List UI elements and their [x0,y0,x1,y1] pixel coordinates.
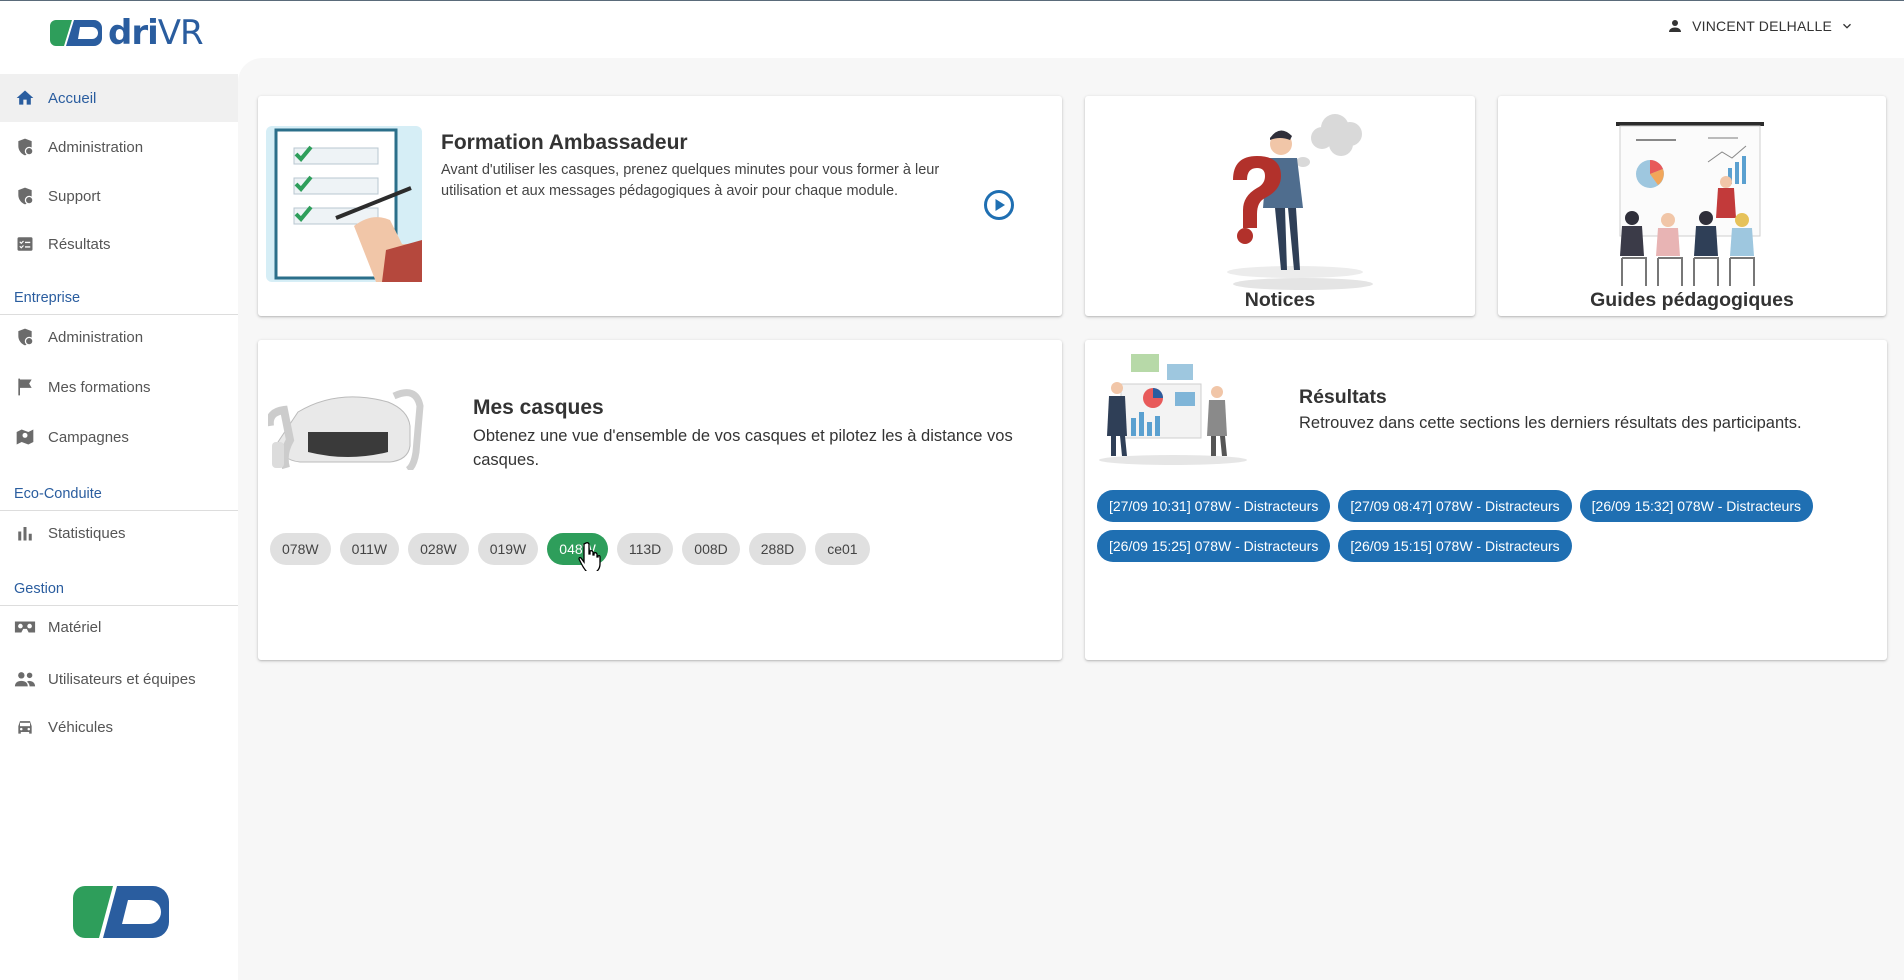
section-title-entreprise: Entreprise [14,290,81,306]
sidebar-item-label: Support [48,187,101,205]
sidebar-item-label: Statistiques [48,524,126,542]
headset-chip[interactable]: 008D [682,533,740,565]
vr-headset-icon [14,616,36,638]
result-chip[interactable]: [26/09 15:15] 078W - Distracteurs [1338,530,1572,562]
casques-card: Mes casques Obtenez une vue d'ensemble d… [258,340,1062,660]
user-name: VINCENT DELHALLE [1692,18,1832,34]
headset-chip[interactable]: ce01 [815,533,870,565]
sidebar-item-mes-formations[interactable]: Mes formations [0,363,238,411]
vr-headset-illustration [268,389,424,470]
sidebar-item-vehicules[interactable]: Véhicules [0,703,238,751]
result-chip[interactable]: [26/09 15:25] 078W - Distracteurs [1097,530,1331,562]
result-chip-list: [27/09 10:31] 078W - Distracteurs [27/09… [1097,490,1887,562]
casques-title: Mes casques [473,396,604,419]
sidebar-item-entreprise-administration[interactable]: Administration [0,313,238,361]
sidebar-item-label: Administration [48,328,144,346]
headset-chip[interactable]: 078W [270,533,331,565]
result-chip[interactable]: [26/09 15:32] 078W - Distracteurs [1579,490,1813,522]
notices-card[interactable]: Notices [1085,96,1475,316]
resultats-description: Retrouvez dans cette sections les dernie… [1299,414,1802,432]
user-menu[interactable]: VINCENT DELHALLE [1666,17,1854,35]
sidebar-item-resultats[interactable]: Résultats [0,220,238,268]
resultats-title: Résultats [1299,386,1387,408]
headset-chip-selected[interactable]: 048W [547,533,608,565]
sidebar-item-accueil[interactable]: Accueil [0,74,238,122]
headset-chip[interactable]: 011W [339,533,400,565]
sidebar-item-label: Utilisateurs et équipes [48,670,196,688]
sidebar-item-label: Résultats [48,235,111,253]
map-pin-icon [14,426,36,448]
resultats-card: Résultats Retrouvez dans cette sections … [1085,340,1887,660]
result-chip[interactable]: [27/09 08:47] 078W - Distracteurs [1338,490,1572,522]
person-icon [1669,20,1682,32]
clipboard-checklist-illustration [266,126,422,282]
shield-gear-icon [14,136,36,158]
headset-chip[interactable]: 028W [408,533,469,565]
sidebar-item-support[interactable]: Support [0,172,238,220]
business-analytics-illustration [1099,354,1247,465]
section-title-eco-conduite: Eco-Conduite [14,486,102,502]
home-icon [14,87,36,109]
sidebar: Accueil Administration Support Résultats… [0,58,238,980]
formation-title: Formation Ambassadeur [441,131,688,154]
headset-chip[interactable]: 288D [748,533,807,565]
casques-description: Obtenez une vue d'ensemble de vos casque… [473,427,1013,469]
app-header: driVR VINCENT DELHALLE [0,1,1904,57]
sidebar-item-administration[interactable]: Administration [0,123,238,171]
section-title-gestion: Gestion [14,581,64,597]
logo-wordmark: driVR [108,13,204,53]
drivr-logo-icon [73,886,169,938]
sidebar-item-label: Mes formations [48,378,151,396]
shield-gear-icon [14,185,36,207]
formation-description: Avant d'utiliser les casques, prenez que… [441,162,940,199]
main-content: Formation Ambassadeur Avant d'utiliser l… [238,58,1904,980]
sidebar-item-materiel[interactable]: Matériel [0,603,238,651]
sidebar-item-label: Véhicules [48,718,114,736]
play-icon[interactable] [983,189,1015,221]
sidebar-brand-logo [73,884,169,945]
app-logo[interactable]: driVR [50,13,204,53]
headset-chip[interactable]: 019W [477,533,539,565]
sidebar-item-utilisateurs-equipes[interactable]: Utilisateurs et équipes [0,655,238,703]
flag-icon [14,376,36,398]
chevron-down-icon [1843,23,1851,29]
guides-title: Guides pédagogiques [1590,289,1794,311]
sidebar-item-label: Administration [48,138,144,156]
drivr-logo-icon [50,20,102,46]
guides-card[interactable]: Guides pédagogiques [1498,96,1886,316]
sidebar-item-label: Matériel [48,618,102,636]
sidebar-item-campagnes[interactable]: Campagnes [0,413,238,461]
sidebar-item-label: Accueil [48,89,97,107]
headset-chip-list: 078W 011W 028W 019W 048W 113D 008D 288D … [270,533,870,565]
sidebar-item-label: Campagnes [48,428,129,446]
people-icon [14,668,36,690]
notices-title: Notices [1244,289,1316,311]
classroom-presentation-illustration [1616,122,1764,286]
shield-gear-icon [14,326,36,348]
result-chip[interactable]: [27/09 10:31] 078W - Distracteurs [1097,490,1331,522]
bar-chart-icon [14,522,36,544]
checklist-icon [14,233,36,255]
formation-card[interactable]: Formation Ambassadeur Avant d'utiliser l… [258,96,1062,316]
car-icon [14,716,36,738]
sidebar-item-statistiques[interactable]: Statistiques [0,509,238,557]
person-question-illustration [1227,114,1373,290]
headset-chip[interactable]: 113D [616,533,674,565]
